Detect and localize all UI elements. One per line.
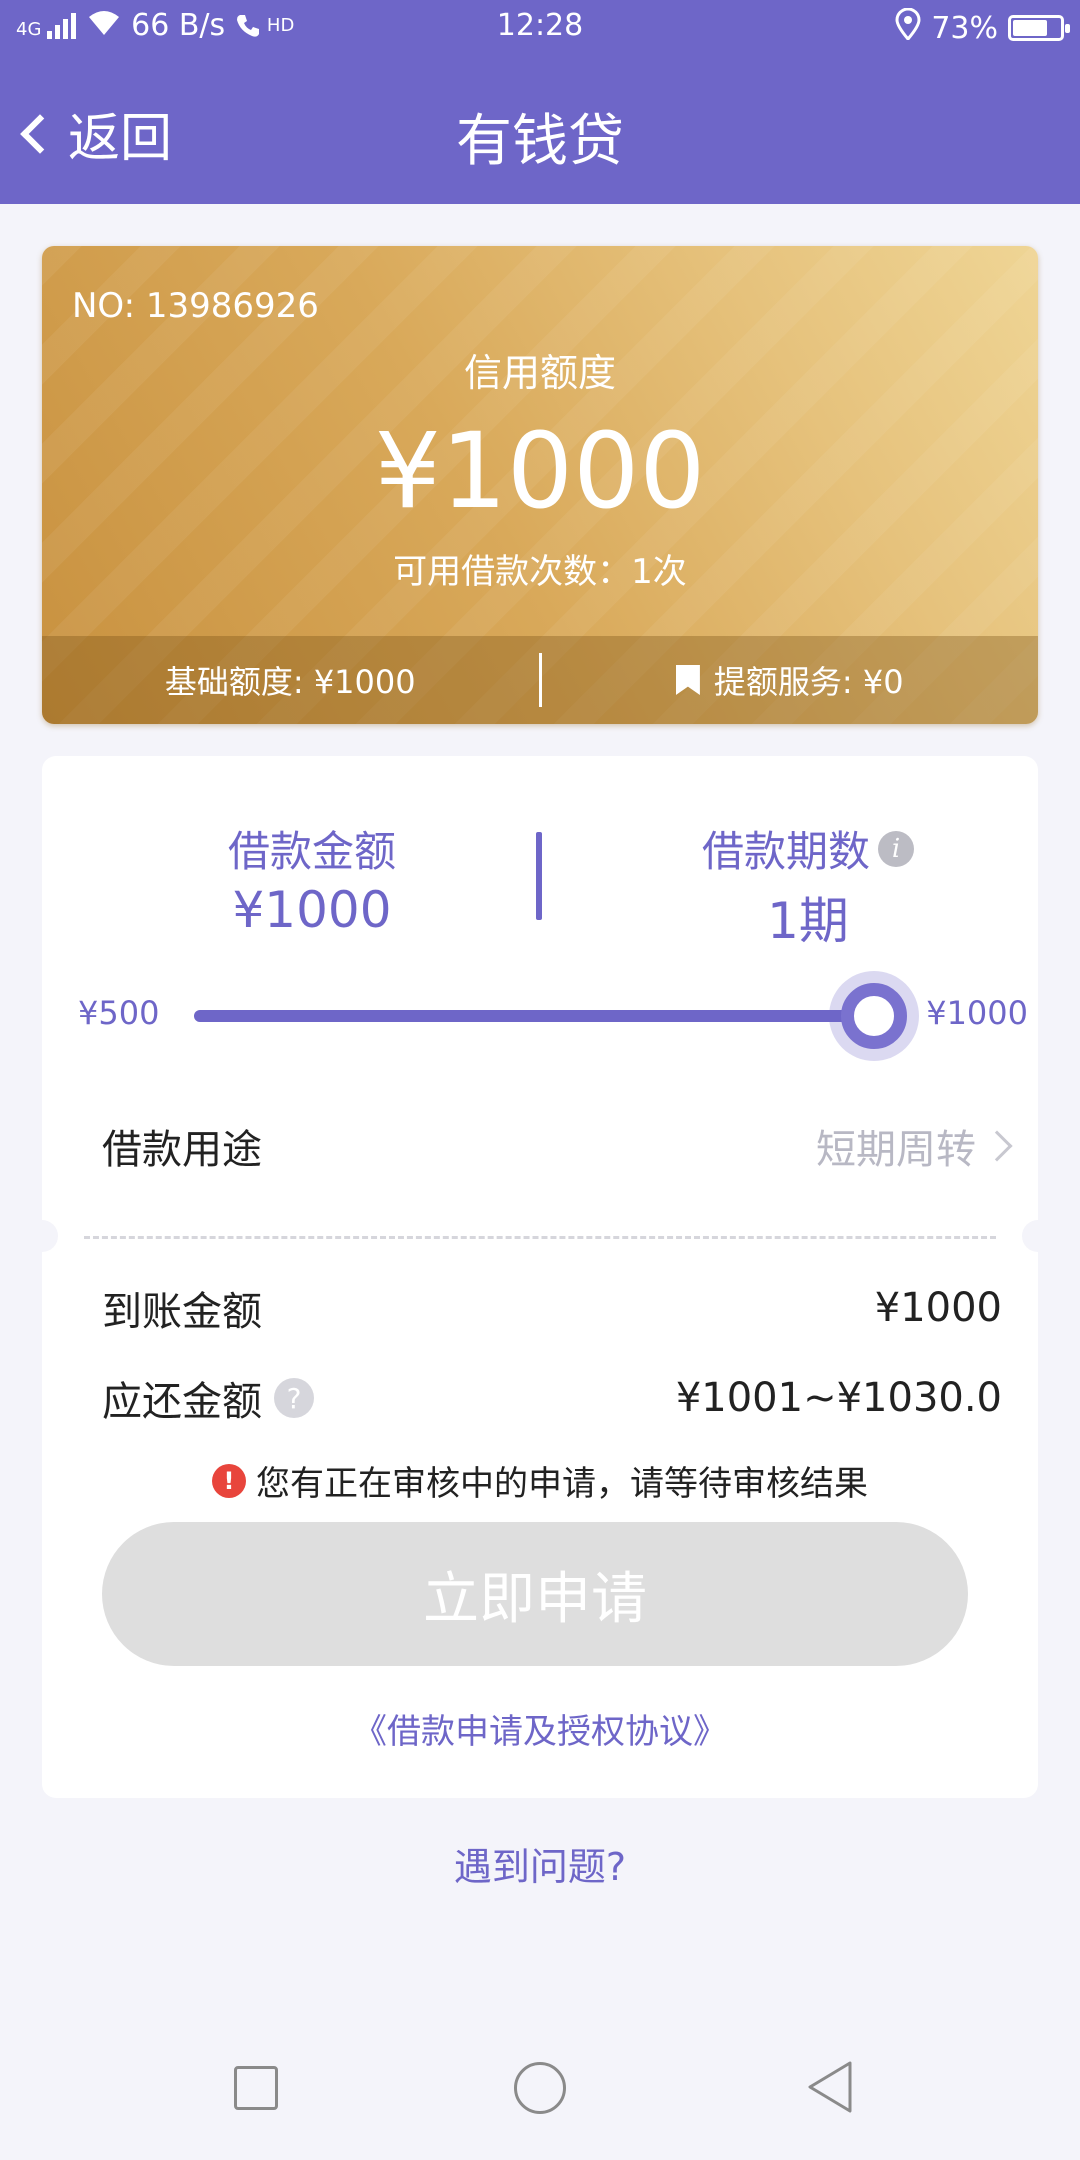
slider-max-label: ¥1000	[926, 994, 1028, 1032]
chevron-right-icon	[981, 1130, 1013, 1162]
due-amount-row: 应还金额 ? ¥1001~¥1030.0	[102, 1366, 1022, 1430]
question-icon[interactable]: ?	[274, 1378, 314, 1418]
loan-amount: 借款金额 ¥1000	[92, 818, 532, 939]
home-button[interactable]	[514, 2062, 566, 2114]
status-right: 73%	[895, 7, 1070, 48]
loan-amount-label: 借款金额	[227, 827, 396, 876]
credit-limit-amount: ¥1000	[374, 410, 706, 532]
received-amount-label: 到账金额	[102, 1289, 262, 1335]
warning-text: 您有正在审核中的申请，请等待审核结果	[256, 1464, 868, 1504]
received-amount-value: ¥1000	[874, 1285, 1002, 1331]
credit-limit-label: 信用额度	[463, 351, 616, 395]
amount-slider: ¥500 ¥1000	[42, 971, 1038, 1061]
loan-summary-divider	[536, 832, 542, 920]
loan-term: 借款期数 i 1期	[588, 818, 1028, 953]
divider-notch-left	[26, 1220, 58, 1252]
agreement-link[interactable]: 《借款申请及授权协议》	[42, 1704, 1038, 1753]
bookmark-icon	[675, 665, 700, 695]
base-quota-text: 基础额度: ¥1000	[164, 663, 416, 701]
alert-icon: !	[212, 1463, 246, 1498]
page-title: 有钱贷	[456, 109, 624, 174]
card-number: NO: 13986926	[72, 286, 319, 326]
slider-track[interactable]	[194, 971, 919, 1061]
triangle-back-icon	[808, 2061, 852, 2113]
loan-purpose-selector[interactable]: 短期周转	[816, 1117, 1022, 1175]
available-times: 可用借款次数：1次	[393, 552, 687, 592]
loan-form-card: 借款金额 ¥1000 借款期数 i 1期 ¥500 ¥1000 借款用途 短期周…	[26, 756, 1054, 1798]
boost-service-text: 提额服务: ¥0	[713, 663, 904, 701]
loan-term-value: 1期	[767, 892, 849, 950]
nav-bar: 返回 有钱贷	[0, 56, 1080, 204]
status-bar: 4G 66 B/s HD 12:28 73%	[0, 0, 1080, 56]
loan-term-label: 借款期数	[701, 827, 870, 876]
boost-service[interactable]: 提额服务: ¥0	[542, 657, 1039, 703]
system-back-button[interactable]	[806, 2060, 854, 2118]
system-nav-bar	[0, 2040, 1080, 2136]
slider-fill	[194, 1010, 874, 1022]
battery-percent: 73%	[931, 10, 998, 46]
card-footer: 基础额度: ¥1000 提额服务: ¥0	[42, 636, 1038, 724]
loan-purpose-row[interactable]: 借款用途 短期周转	[102, 1106, 1022, 1186]
help-link[interactable]: 遇到问题?	[0, 1836, 1080, 1891]
loan-summary: 借款金额 ¥1000 借款期数 i 1期	[42, 818, 1038, 950]
pending-warning: ! 您有正在审核中的申请，请等待审核结果	[42, 1456, 1038, 1505]
slider-thumb[interactable]	[841, 983, 907, 1049]
slider-min-label: ¥500	[78, 994, 160, 1032]
battery-icon	[1008, 15, 1070, 41]
credit-card: NO: 13986926 信用额度 ¥1000 可用借款次数：1次 基础额度: …	[42, 246, 1038, 724]
base-quota: 基础额度: ¥1000	[42, 657, 539, 703]
received-amount-row: 到账金额 ¥1000	[102, 1276, 1022, 1340]
divider-notch-right	[1022, 1220, 1054, 1252]
due-amount-value: ¥1001~¥1030.0	[675, 1375, 1002, 1421]
dashed-divider	[84, 1236, 996, 1239]
due-amount-label: 应还金额	[102, 1379, 262, 1425]
loan-purpose-value: 短期周转	[816, 1127, 976, 1173]
recent-apps-button[interactable]	[234, 2066, 278, 2110]
info-icon[interactable]: i	[878, 830, 914, 867]
slider-handle[interactable]	[829, 971, 919, 1061]
loan-purpose-label: 借款用途	[102, 1127, 262, 1173]
apply-button[interactable]: 立即申请	[102, 1522, 968, 1666]
loan-amount-value: ¥1000	[232, 881, 392, 939]
location-icon	[895, 7, 921, 48]
